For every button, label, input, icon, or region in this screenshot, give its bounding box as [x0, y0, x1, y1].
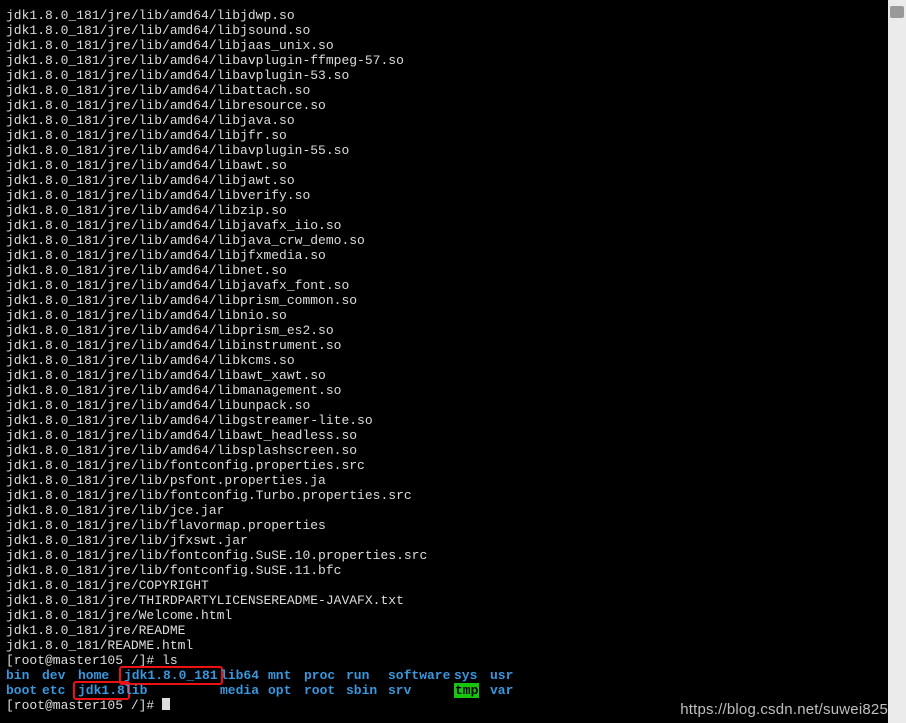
terminal-output: jdk1.8.0_181/jre/lib/amd64/libjdwp.sojdk… [0, 0, 906, 713]
output-line: jdk1.8.0_181/jre/lib/amd64/libavplugin-5… [6, 143, 900, 158]
output-line: jdk1.8.0_181/jre/lib/jce.jar [6, 503, 900, 518]
output-line: jdk1.8.0_181/jre/lib/amd64/libnet.so [6, 263, 900, 278]
ls-entry: lib [124, 683, 147, 698]
output-line: jdk1.8.0_181/jre/THIRDPARTYLICENSEREADME… [6, 593, 900, 608]
output-line: jdk1.8.0_181/jre/lib/amd64/libnio.so [6, 308, 900, 323]
output-line: jdk1.8.0_181/jre/lib/psfont.properties.j… [6, 473, 900, 488]
prompt: [root@master105 /]# [6, 698, 162, 713]
ls-entry: run [346, 668, 369, 683]
output-line: jdk1.8.0_181/jre/lib/amd64/libjfxmedia.s… [6, 248, 900, 263]
ls-entry: tmp [454, 683, 479, 698]
output-line: jdk1.8.0_181/jre/lib/amd64/libjawt.so [6, 173, 900, 188]
ls-entry: dev [42, 668, 65, 683]
output-line: jdk1.8.0_181/jre/lib/amd64/libjdwp.so [6, 8, 900, 23]
ls-entry: proc [304, 668, 335, 683]
ls-entry: lib64 [220, 668, 259, 683]
ls-entry: opt [268, 683, 291, 698]
output-line: jdk1.8.0_181/jre/lib/amd64/libattach.so [6, 83, 900, 98]
output-line: jdk1.8.0_181/jre/lib/jfxswt.jar [6, 533, 900, 548]
output-line: jdk1.8.0_181/jre/lib/amd64/libresource.s… [6, 98, 900, 113]
output-line: jdk1.8.0_181/jre/lib/amd64/libunpack.so [6, 398, 900, 413]
output-line: jdk1.8.0_181/jre/lib/fontconfig.Turbo.pr… [6, 488, 900, 503]
output-line: jdk1.8.0_181/jre/README [6, 623, 900, 638]
ls-entry: etc [42, 683, 65, 698]
output-line: jdk1.8.0_181/jre/lib/amd64/libjfr.so [6, 128, 900, 143]
output-line: jdk1.8.0_181/jre/lib/amd64/libjsound.so [6, 23, 900, 38]
output-line: jdk1.8.0_181/jre/lib/amd64/libprism_comm… [6, 293, 900, 308]
output-line: jdk1.8.0_181/README.html [6, 638, 900, 653]
output-line: jdk1.8.0_181/jre/lib/amd64/libawt_xawt.s… [6, 368, 900, 383]
terminal-window[interactable]: jdk1.8.0_181/jre/lib/amd64/libjdwp.sojdk… [0, 0, 906, 723]
ls-entry: usr [490, 668, 513, 683]
output-line: jdk1.8.0_181/jre/lib/fontconfig.SuSE.11.… [6, 563, 900, 578]
ls-entry: sys [454, 668, 477, 683]
output-line: jdk1.8.0_181/jre/lib/fontconfig.SuSE.10.… [6, 548, 900, 563]
output-line: jdk1.8.0_181/jre/lib/amd64/libzip.so [6, 203, 900, 218]
output-line: jdk1.8.0_181/jre/COPYRIGHT [6, 578, 900, 593]
output-line: jdk1.8.0_181/jre/lib/amd64/libawt_headle… [6, 428, 900, 443]
output-line: jdk1.8.0_181/jre/lib/amd64/libjaas_unix.… [6, 38, 900, 53]
ls-entry: bin [6, 668, 29, 683]
watermark: https://blog.csdn.net/suwei825 [680, 702, 888, 717]
output-line: jdk1.8.0_181/jre/lib/amd64/libavplugin-5… [6, 68, 900, 83]
ls-entry: sbin [346, 683, 377, 698]
ls-entry: srv [388, 683, 411, 698]
ls-row-2: bootetcjdk1.8libmediaoptrootsbinsrvtmpva… [6, 683, 900, 698]
ls-entry: mnt [268, 668, 291, 683]
output-line: jdk1.8.0_181/jre/lib/amd64/libjava.so [6, 113, 900, 128]
output-line: jdk1.8.0_181/jre/lib/fontconfig.properti… [6, 458, 900, 473]
scrollbar[interactable] [888, 0, 906, 723]
ls-entry: boot [6, 683, 37, 698]
output-line: jdk1.8.0_181/jre/lib/amd64/libavplugin-f… [6, 53, 900, 68]
output-line: jdk1.8.0_181/jre/lib/amd64/libgstreamer-… [6, 413, 900, 428]
output-line: jdk1.8.0_181/jre/lib/amd64/libjavafx_fon… [6, 278, 900, 293]
output-line: jdk1.8.0_181/jre/lib/amd64/libsplashscre… [6, 443, 900, 458]
output-line: jdk1.8.0_181/jre/lib/amd64/libkcms.so [6, 353, 900, 368]
output-line: jdk1.8.0_181/jre/lib/amd64/libprism_es2.… [6, 323, 900, 338]
output-line: jdk1.8.0_181/jre/lib/flavormap.propertie… [6, 518, 900, 533]
output-line: jdk1.8.0_181/jre/Welcome.html [6, 608, 900, 623]
output-line: jdk1.8.0_181/jre/lib/amd64/libinstrument… [6, 338, 900, 353]
output-line: jdk1.8.0_181/jre/lib/amd64/libawt.so [6, 158, 900, 173]
ls-entry: root [304, 683, 335, 698]
output-line: jdk1.8.0_181/jre/lib/amd64/libverify.so [6, 188, 900, 203]
ls-entry: var [490, 683, 513, 698]
output-line: jdk1.8.0_181/jre/lib/amd64/libjava_crw_d… [6, 233, 900, 248]
ls-entry: software [388, 668, 450, 683]
output-line: jdk1.8.0_181/jre/lib/amd64/libjavafx_iio… [6, 218, 900, 233]
ls-row-1: bindevhomejdk1.8.0_181lib64mntprocrunsof… [6, 668, 900, 683]
cursor [162, 698, 170, 710]
output-line: jdk1.8.0_181/jre/lib/amd64/libmanagement… [6, 383, 900, 398]
scroll-thumb[interactable] [890, 6, 904, 18]
ls-entry: media [220, 683, 259, 698]
